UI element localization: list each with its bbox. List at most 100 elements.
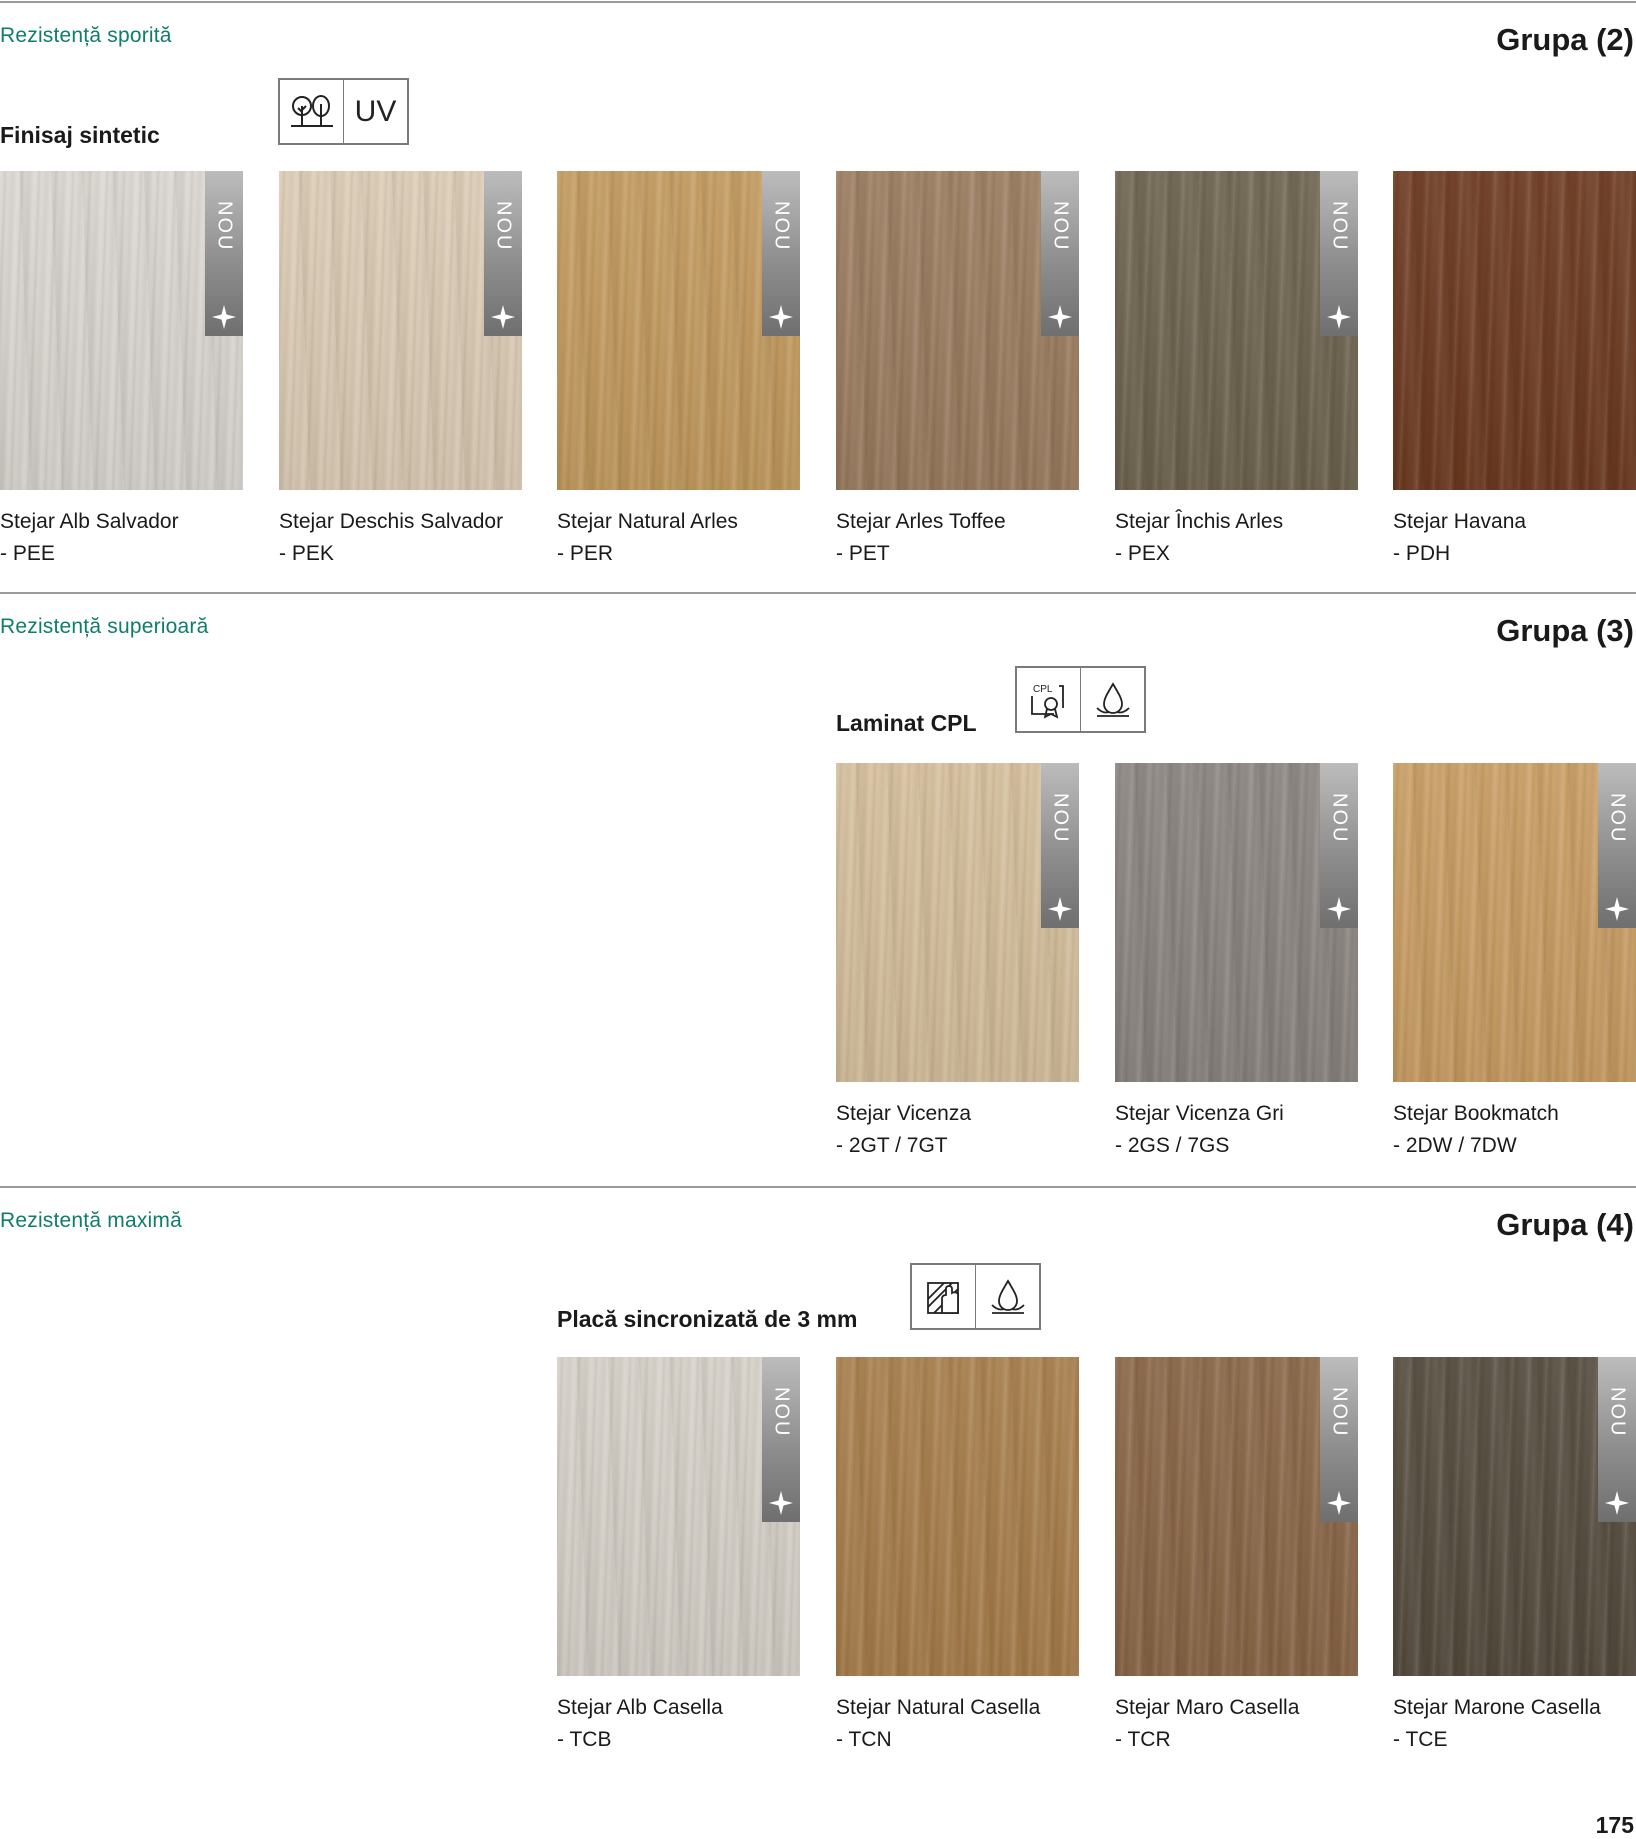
product-name: Stejar Bookmatch (1393, 1102, 1559, 1125)
cpl-icon-label: CPL (1033, 684, 1053, 695)
uv-icon: UV (343, 80, 407, 143)
new-badge-label: NOU (1049, 201, 1072, 252)
wood-swatch: NOU (1115, 1357, 1358, 1676)
new-badge-label: NOU (1049, 793, 1072, 844)
product-name: Stejar Alb Salvador (0, 510, 179, 533)
wood-swatch: NOU (279, 171, 522, 490)
product-code: - PEE (0, 542, 55, 565)
product-code: - 2GT / 7GT (836, 1134, 948, 1157)
new-badge: NOU (484, 171, 522, 336)
product-card[interactable]: NOU Stejar Alb Salvador - PEE (0, 171, 243, 570)
product-code: - TCN (836, 1728, 892, 1751)
product-name: Stejar Maro Casella (1115, 1696, 1300, 1719)
water-drop-icon (1080, 668, 1144, 731)
trees-icon (280, 80, 343, 143)
new-badge: NOU (1598, 763, 1636, 928)
group-title: Grupa (2) (1496, 22, 1634, 57)
product-name: Stejar Alb Casella (557, 1696, 723, 1719)
finish-title: Laminat CPL (836, 710, 977, 736)
product-card[interactable]: NOU Stejar Natural Arles - PER (557, 171, 800, 570)
sparkle-icon (1605, 1491, 1629, 1515)
product-card[interactable]: NOU Stejar Bookmatch - 2DW / 7DW (1393, 763, 1636, 1162)
product-code: - TCE (1393, 1728, 1448, 1751)
new-badge: NOU (762, 171, 800, 336)
product-code: - PEK (279, 542, 334, 565)
product-code: - PET (836, 542, 890, 565)
new-badge-label: NOU (1328, 793, 1351, 844)
page-number: 175 (1595, 1812, 1634, 1838)
wood-swatch: NOU (1393, 763, 1636, 1082)
feature-icons: CPL (1015, 666, 1146, 733)
sync-texture-icon (912, 1265, 975, 1328)
product-card[interactable]: NOU Stejar Vicenza Gri - 2GS / 7GS (1115, 763, 1358, 1162)
product-name: Stejar Vicenza (836, 1102, 972, 1125)
new-badge: NOU (1320, 1357, 1358, 1522)
sparkle-icon (1605, 897, 1629, 921)
product-name: Stejar Închis Arles (1115, 510, 1284, 533)
product-code: - PER (557, 542, 614, 565)
product-card[interactable]: NOU Stejar Marone Casella - TCE (1393, 1357, 1636, 1756)
wood-swatch: NOU (1115, 763, 1358, 1082)
sparkle-icon (769, 1491, 793, 1515)
wood-swatch (1393, 171, 1636, 490)
wood-swatch: NOU (1393, 1357, 1636, 1676)
product-card[interactable]: NOU Stejar Deschis Salvador - PEK (279, 171, 522, 570)
wood-swatch: NOU (1115, 171, 1358, 490)
wood-swatch: NOU (557, 171, 800, 490)
product-code: - TCB (557, 1728, 612, 1751)
product-code: - TCR (1115, 1728, 1171, 1751)
product-card[interactable]: NOU Stejar Arles Toffee - PET (836, 171, 1079, 570)
resistance-label: Rezistență maximă (0, 1209, 182, 1232)
finish-title: Finisaj sintetic (0, 122, 160, 148)
new-badge: NOU (1320, 763, 1358, 928)
sparkle-icon (1327, 897, 1351, 921)
wood-swatch: NOU (557, 1357, 800, 1676)
product-code: - PEX (1115, 542, 1170, 565)
wood-swatch: NOU (836, 171, 1079, 490)
sparkle-icon (1048, 897, 1072, 921)
product-name: Stejar Arles Toffee (836, 510, 1006, 533)
new-badge-label: NOU (770, 1387, 793, 1438)
new-badge-label: NOU (1328, 1387, 1351, 1438)
new-badge: NOU (762, 1357, 800, 1522)
product-card[interactable]: NOU Stejar Alb Casella - TCB (557, 1357, 800, 1756)
section-divider (0, 1186, 1636, 1188)
sparkle-icon (1327, 305, 1351, 329)
group-title: Grupa (4) (1496, 1207, 1634, 1242)
finish-title: Placă sincronizată de 3 mm (557, 1306, 858, 1332)
new-badge-label: NOU (770, 201, 793, 252)
new-badge: NOU (205, 171, 243, 336)
product-code: - 2GS / 7GS (1115, 1134, 1230, 1157)
feature-icons: UV (278, 78, 409, 145)
feature-icons (910, 1263, 1041, 1330)
new-badge-label: NOU (213, 201, 236, 252)
product-code: - 2DW / 7DW (1393, 1134, 1517, 1157)
product-card[interactable]: NOU Stejar Maro Casella - TCR (1115, 1357, 1358, 1756)
product-card[interactable]: NOU Stejar Închis Arles - PEX (1115, 171, 1358, 570)
product-code: - PDH (1393, 542, 1451, 565)
wood-swatch: NOU (0, 171, 243, 490)
new-badge-label: NOU (492, 201, 515, 252)
product-card[interactable]: Stejar Natural Casella - TCN (836, 1357, 1079, 1756)
product-name: Stejar Marone Casella (1393, 1696, 1601, 1719)
product-card[interactable]: NOU Stejar Vicenza - 2GT / 7GT (836, 763, 1079, 1162)
new-badge: NOU (1041, 763, 1079, 928)
cpl-certificate-icon: CPL (1017, 668, 1080, 731)
new-badge: NOU (1598, 1357, 1636, 1522)
sparkle-icon (491, 305, 515, 329)
product-name: Stejar Deschis Salvador (279, 510, 504, 533)
wood-swatch: NOU (836, 763, 1079, 1082)
new-badge-label: NOU (1606, 793, 1629, 844)
section-divider (0, 1, 1636, 3)
new-badge: NOU (1041, 171, 1079, 336)
new-badge: NOU (1320, 171, 1358, 336)
product-card[interactable]: Stejar Havana - PDH (1393, 171, 1636, 570)
water-drop-icon (975, 1265, 1039, 1328)
resistance-label: Rezistență superioară (0, 615, 209, 638)
sparkle-icon (1327, 1491, 1351, 1515)
new-badge-label: NOU (1328, 201, 1351, 252)
product-name: Stejar Vicenza Gri (1115, 1102, 1284, 1125)
product-name: Stejar Havana (1393, 510, 1527, 533)
group-title: Grupa (3) (1496, 613, 1634, 648)
sparkle-icon (212, 305, 236, 329)
